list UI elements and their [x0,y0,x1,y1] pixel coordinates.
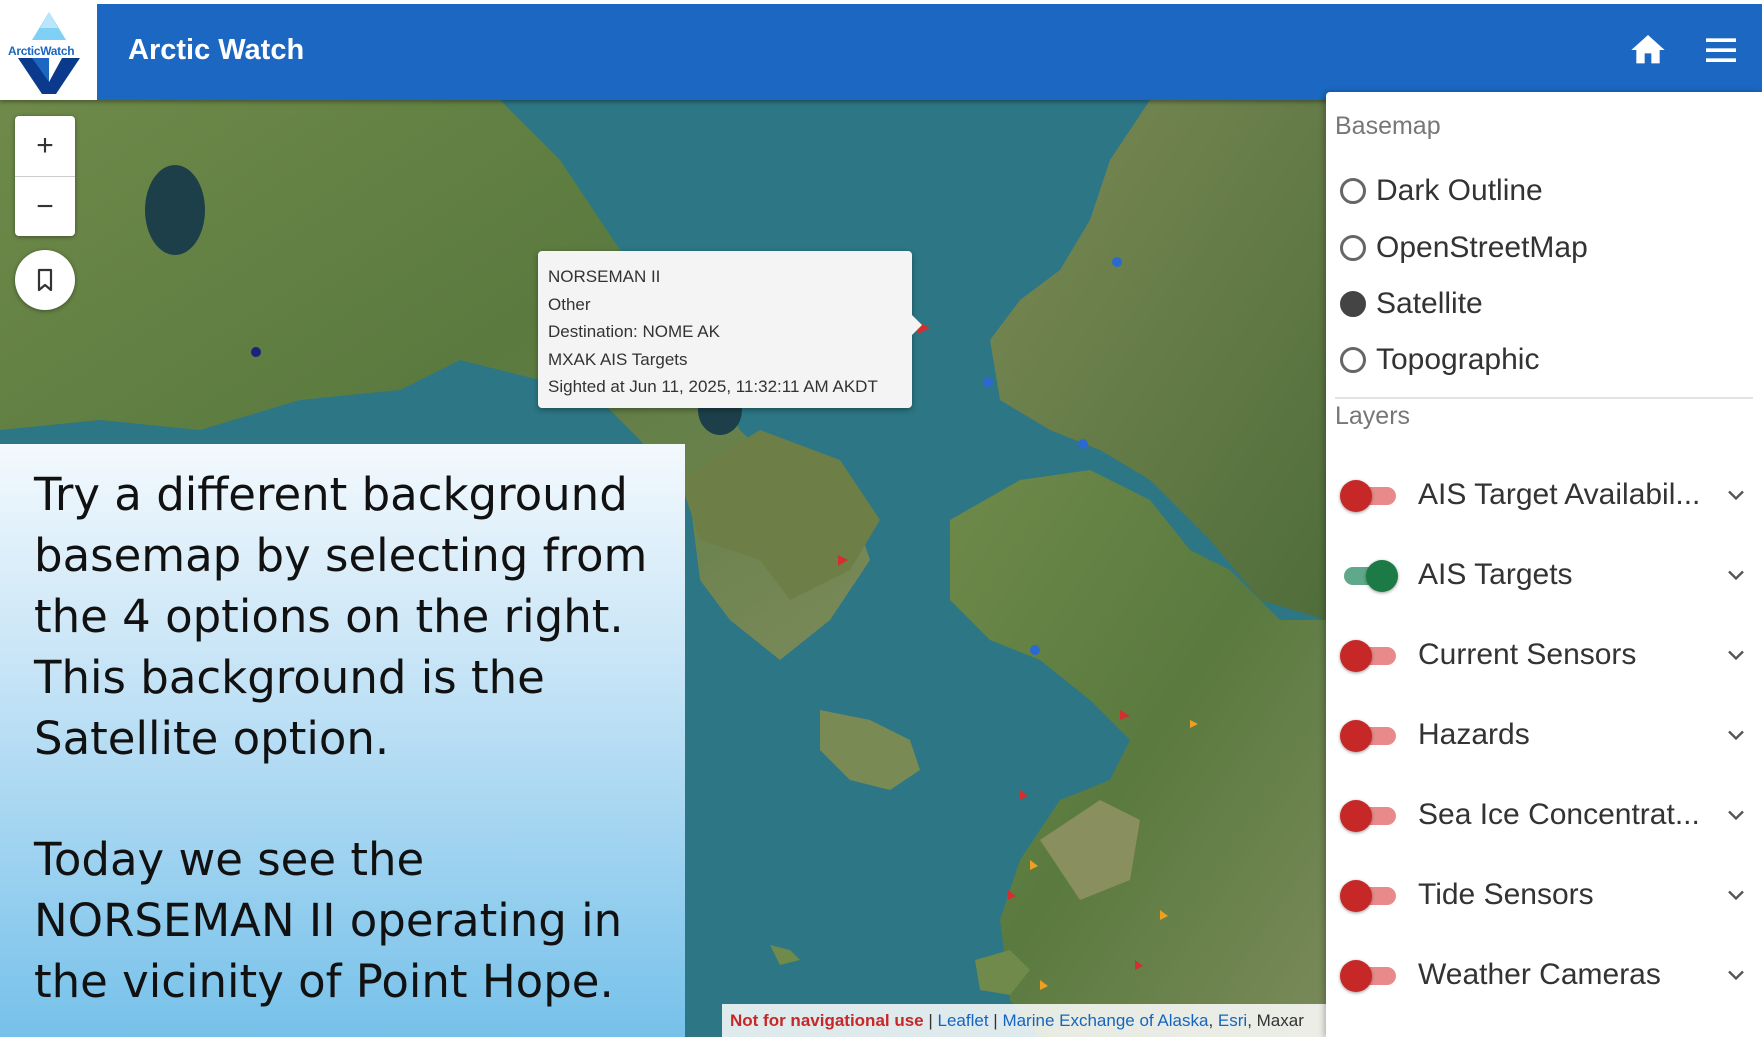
layer-label: Tide Sensors [1418,878,1594,911]
layer-toggle-tide-sensors[interactable] [1340,880,1398,912]
basemap-label: Dark Outline [1376,174,1543,207]
basemap-label: OpenStreetMap [1376,231,1588,264]
basemap-option-dark-outline[interactable]: Dark Outline [1340,169,1543,213]
layer-row-current-sensors: Current Sensors [1340,630,1750,680]
layer-toggle-ais-targets[interactable] [1340,560,1398,592]
zoom-in-button[interactable]: + [15,116,75,177]
basemap-option-openstreetmap[interactable]: OpenStreetMap [1340,226,1588,270]
radio-satellite[interactable] [1340,291,1366,317]
radio-topographic[interactable] [1340,347,1366,373]
layer-label: Weather Cameras [1418,958,1661,991]
layers-section-title: Layers [1335,402,1411,430]
layer-toggle-hazards[interactable] [1340,720,1398,752]
note-paragraph-1: Try a different background basemap by se… [34,468,648,765]
layer-toggle-weather-cameras[interactable] [1340,960,1398,992]
attribution-maxar: Maxar [1256,1011,1304,1030]
layer-toggle-ais-target-availability[interactable] [1340,480,1398,512]
layer-row-hazards: Hazards [1340,710,1750,760]
layer-label: Sea Ice Concentrat... [1418,798,1700,831]
attribution-esri-link[interactable]: Esri [1218,1011,1247,1030]
basemap-option-satellite[interactable]: Satellite [1340,282,1483,326]
vessel-popup: NORSEMAN II Other Destination: NOME AK M… [538,251,922,408]
home-icon [1631,35,1665,64]
menu-button[interactable] [1701,30,1741,70]
popup-vessel-name: NORSEMAN II [548,267,661,286]
hamburger-menu-icon [1706,38,1736,62]
popup-sighted: Sighted at Jun 11, 2025, 11:32:11 AM AKD… [548,377,878,396]
basemap-section-title: Basemap [1335,112,1441,140]
popup-source: MXAK AIS Targets [548,349,688,369]
layer-row-ais-target-availability: AIS Target Availabil... [1340,470,1750,520]
bookmark-icon [37,268,53,292]
layer-row-tide-sensors: Tide Sensors [1340,870,1750,920]
home-button[interactable] [1628,30,1668,70]
attribution-warning: Not for navigational use [730,1011,924,1030]
layers-panel: Basemap Dark Outline OpenStreetMap Satel… [1326,92,1762,1037]
popup-destination: Destination: NOME AK [548,322,720,341]
zoom-out-button[interactable]: − [15,177,75,237]
panel-divider [1335,397,1753,399]
layer-row-ais-targets: AIS Targets [1340,550,1750,600]
chevron-down-icon[interactable] [1722,481,1750,509]
chevron-down-icon[interactable] [1722,721,1750,749]
layer-label: AIS Targets [1418,558,1573,591]
app-title: Arctic Watch [128,34,305,66]
layer-toggle-current-sensors[interactable] [1340,640,1398,672]
chevron-down-icon[interactable] [1722,561,1750,589]
layer-toggle-sea-ice-concentration[interactable] [1340,800,1398,832]
attribution-mxak-link[interactable]: Marine Exchange of Alaska [1002,1011,1208,1030]
layer-label: Hazards [1418,718,1530,751]
attribution-leaflet-link[interactable]: Leaflet [938,1011,989,1030]
basemap-label: Satellite [1376,287,1483,320]
map-attribution: Not for navigational use | Leaflet | Mar… [722,1004,1326,1037]
basemap-option-topographic[interactable]: Topographic [1340,338,1539,382]
zoom-control: + − [15,116,75,236]
layer-label: Current Sensors [1418,638,1637,671]
arctic-watch-logo[interactable]: ArcticWatch [0,4,97,100]
radio-openstreetmap[interactable] [1340,235,1366,261]
chevron-down-icon[interactable] [1722,881,1750,909]
popup-vessel-type: Other [548,294,591,314]
layer-row-weather-cameras: Weather Cameras [1340,950,1750,1000]
layer-row-sea-ice-concentration: Sea Ice Concentrat... [1340,790,1750,840]
instruction-note: Try a different background basemap by se… [0,444,685,1037]
basemap-label: Topographic [1376,343,1540,376]
bookmark-button[interactable] [15,250,75,310]
app-header: ArcticWatch Arctic Watch [0,0,1762,100]
note-paragraph-2: Today we see the NORSEMAN II operating i… [34,833,623,1008]
radio-dark-outline[interactable] [1340,178,1366,204]
layer-label: AIS Target Availabil... [1418,478,1701,511]
chevron-down-icon[interactable] [1722,961,1750,989]
chevron-down-icon[interactable] [1722,801,1750,829]
logo-text: ArcticWatch [8,44,75,58]
chevron-down-icon[interactable] [1722,641,1750,669]
